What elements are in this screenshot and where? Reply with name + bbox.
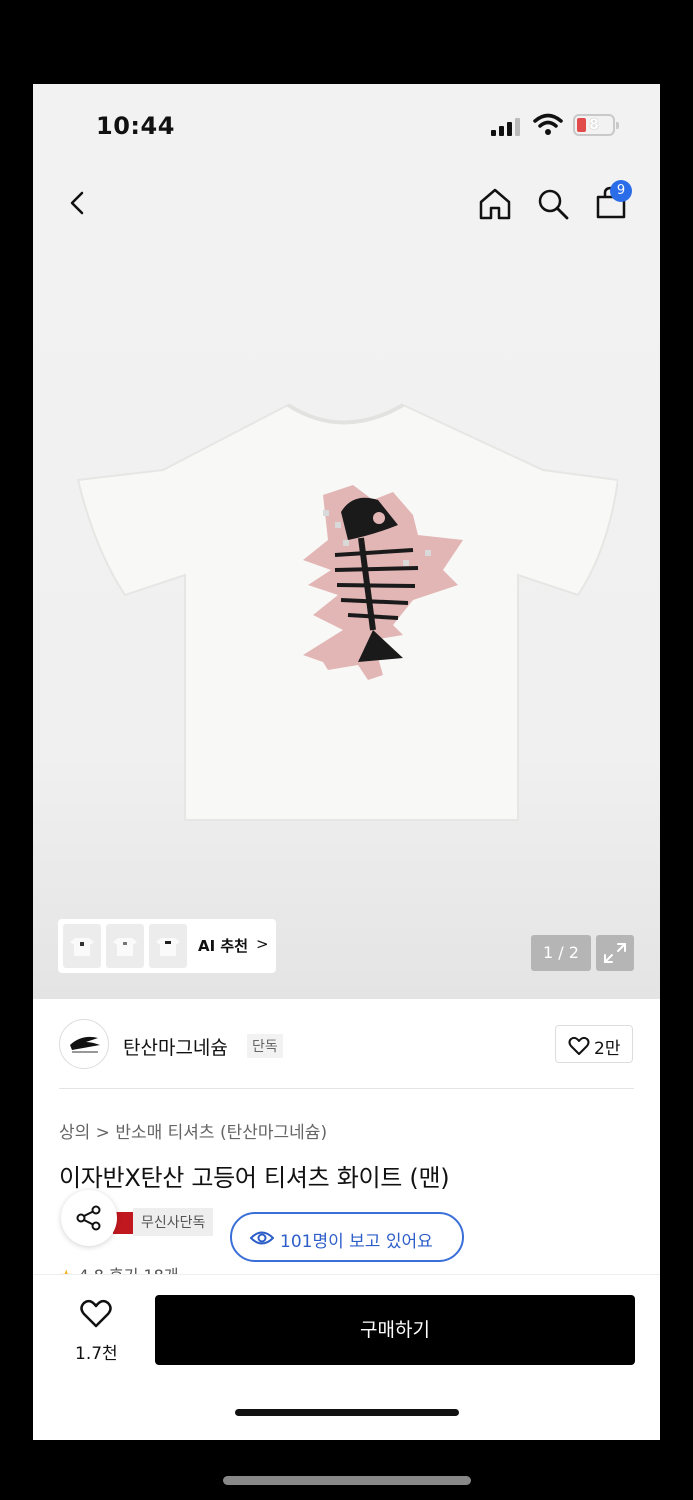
expand-icon[interactable] xyxy=(596,935,634,971)
share-button[interactable] xyxy=(61,1190,117,1246)
back-arrow-icon[interactable] xyxy=(63,188,93,218)
ai-recommend-label[interactable]: AI 추천 xyxy=(198,935,248,956)
breadcrumb[interactable]: 상의 > 반소매 티셔츠 (탄산마그네슘) xyxy=(59,1118,327,1143)
thumbnail-3[interactable] xyxy=(149,924,187,968)
brand-row[interactable]: 탄산마그네슘 단독 2만 xyxy=(33,999,660,1091)
brand-exclusive-tag: 단독 xyxy=(247,1034,283,1058)
share-icon xyxy=(76,1205,101,1231)
cellular-signal-icon xyxy=(491,118,520,136)
heart-icon xyxy=(568,1036,590,1055)
chevron-right-icon[interactable]: > xyxy=(256,935,269,953)
wifi-icon xyxy=(533,113,563,135)
eye-icon xyxy=(250,1231,274,1245)
search-icon[interactable] xyxy=(535,186,571,222)
musinsa-exclusive-tag: 무신사단독 xyxy=(133,1208,214,1236)
buy-button[interactable]: 구매하기 xyxy=(155,1295,635,1365)
product-photo xyxy=(76,403,618,821)
heart-icon xyxy=(80,1299,112,1328)
brand-logo[interactable] xyxy=(59,1019,109,1069)
ai-recommend-strip[interactable]: AI 추천 > xyxy=(58,919,276,973)
battery-icon: 8 xyxy=(573,114,619,136)
viewers-text: 101명이 보고 있어요 xyxy=(280,1232,433,1252)
outer-home-indicator xyxy=(223,1476,471,1485)
divider xyxy=(59,1088,634,1089)
brand-name[interactable]: 탄산마그네슘 xyxy=(123,1033,228,1060)
bottom-action-bar: 1.7천 구매하기 xyxy=(33,1274,660,1440)
product-image-gallery[interactable]: 9 AI 추천 > 1 / 2 xyxy=(33,172,660,999)
home-icon[interactable] xyxy=(477,186,513,222)
image-pager: 1 / 2 xyxy=(531,935,591,971)
thumbnail-2[interactable] xyxy=(106,924,144,968)
cart-count-badge[interactable]: 9 xyxy=(610,180,632,202)
brand-like-button[interactable]: 2만 xyxy=(555,1025,633,1063)
status-bar: 10:44 8 xyxy=(33,84,660,172)
brand-like-count: 2만 xyxy=(594,1039,621,1059)
phone-screen: 10:44 8 9 AI 추천 > 1 / 2 탄산마그네슘 단독 2만 상의 … xyxy=(33,84,660,1440)
status-time: 10:44 xyxy=(96,112,175,140)
wishlist-count: 1.7천 xyxy=(75,1344,118,1364)
battery-percent: 8 xyxy=(589,117,599,133)
thumbnail-1[interactable] xyxy=(63,924,101,968)
home-indicator[interactable] xyxy=(235,1409,459,1416)
viewers-badge: 101명이 보고 있어요 xyxy=(230,1212,464,1262)
product-title: 이자반X탄산 고등어 티셔츠 화이트 (맨) xyxy=(59,1164,450,1192)
battery-tip xyxy=(616,122,619,129)
